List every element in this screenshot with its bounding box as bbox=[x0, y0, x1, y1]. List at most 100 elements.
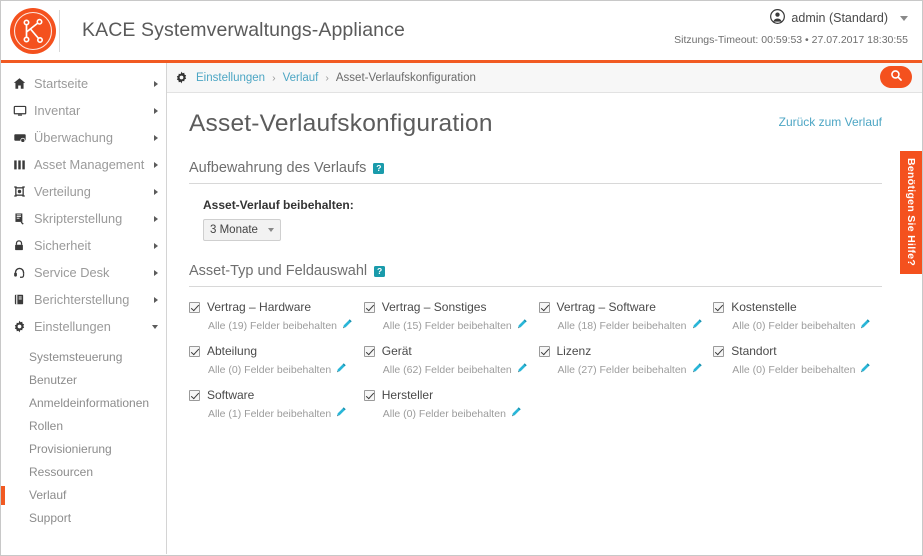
asset-type-row: Vertrag – Hardware bbox=[189, 300, 360, 314]
monitor-icon bbox=[13, 104, 32, 117]
sidebar-subitem-provisionierung[interactable]: Provisionierung bbox=[1, 438, 166, 461]
asset-type-checkbox[interactable] bbox=[713, 302, 724, 313]
back-to-history-link[interactable]: Zurück zum Verlauf bbox=[779, 115, 882, 129]
asset-fields-row: Alle (1) Felder beibehalten bbox=[208, 405, 360, 423]
asset-fields-row: Alle (0) Felder beibehalten bbox=[732, 317, 884, 335]
asset-type-checkbox[interactable] bbox=[713, 346, 724, 357]
asset-type-checkbox[interactable] bbox=[364, 390, 375, 401]
asset-fields-summary: Alle (19) Felder beibehalten bbox=[208, 320, 337, 332]
asset-fields-row: Alle (0) Felder beibehalten bbox=[732, 361, 884, 379]
sidebar-subitem-anmeldeinformationen[interactable]: Anmeldeinformationen bbox=[1, 392, 166, 415]
monitor-dot-icon bbox=[13, 131, 32, 144]
app-title: KACE Systemverwaltungs-Appliance bbox=[82, 19, 405, 42]
asset-fields-summary: Alle (62) Felder beibehalten bbox=[383, 364, 512, 376]
sidebar-subitem-verlauf[interactable]: Verlauf bbox=[1, 484, 166, 507]
asset-type-checkbox[interactable] bbox=[364, 302, 375, 313]
sidebar-item-asset-management[interactable]: Asset Management bbox=[1, 151, 166, 178]
asset-type-checkbox[interactable] bbox=[539, 302, 550, 313]
asset-type-checkbox[interactable] bbox=[539, 346, 550, 357]
pencil-icon[interactable] bbox=[335, 405, 347, 423]
asset-type-cell: Vertrag – Sonstiges Alle (15) Felder beib… bbox=[364, 300, 539, 335]
chevron-right-icon bbox=[154, 297, 158, 303]
asset-fields-summary: Alle (0) Felder beibehalten bbox=[383, 408, 506, 420]
kace-appliance-window: KACE Systemverwaltungs-Appliance admin (… bbox=[0, 0, 923, 556]
sidebar-label: Service Desk bbox=[32, 265, 154, 280]
sidebar-item-startseite[interactable]: Startseite bbox=[1, 70, 166, 97]
asset-type-label: Hersteller bbox=[382, 388, 433, 402]
page-content: Asset-Verlaufskonfiguration Zurück zum V… bbox=[167, 93, 922, 423]
breadcrumb-item-einstellungen[interactable]: Einstellungen bbox=[196, 72, 265, 84]
asset-type-section: Asset-Typ und Feldauswahl ? Vertrag – Ha… bbox=[189, 263, 888, 423]
session-timeout-info: Sitzungs-Timeout: 00:59:53 • 27.07.2017 … bbox=[674, 34, 908, 46]
sidebar-item-verteilung[interactable]: Verteilung bbox=[1, 178, 166, 205]
asset-type-label: Lizenz bbox=[557, 344, 592, 358]
asset-type-cell: Standort Alle (0) Felder beibehalten bbox=[713, 344, 888, 379]
search-button[interactable] bbox=[880, 66, 912, 88]
search-icon bbox=[890, 69, 903, 85]
need-help-tab[interactable]: Benötigen Sie Hilfe? bbox=[900, 151, 922, 274]
asset-type-checkbox[interactable] bbox=[189, 302, 200, 313]
asset-type-row: Software bbox=[189, 388, 360, 402]
need-help-label: Benötigen Sie Hilfe? bbox=[905, 158, 917, 266]
sidebar-item-skripterstellung[interactable]: Skripterstellung bbox=[1, 205, 166, 232]
pencil-icon[interactable] bbox=[859, 361, 871, 379]
sidebar-item-service-desk[interactable]: Service Desk bbox=[1, 259, 166, 286]
asset-type-cell: Software Alle (1) Felder beibehalten bbox=[189, 388, 364, 423]
sidebar-item-einstellungen[interactable]: Einstellungen bbox=[1, 313, 166, 340]
sidebar-subitem-rollen[interactable]: Rollen bbox=[1, 415, 166, 438]
pencil-icon[interactable] bbox=[691, 361, 703, 379]
logo-container[interactable] bbox=[1, 8, 63, 54]
user-menu[interactable]: admin (Standard) bbox=[674, 9, 908, 27]
chevron-right-icon bbox=[154, 189, 158, 195]
retention-section: Aufbewahrung des Verlaufs ? Asset-Verlau… bbox=[189, 160, 888, 241]
sidebar-item-uberwachung[interactable]: Überwachung bbox=[1, 124, 166, 151]
asset-fields-summary: Alle (0) Felder beibehalten bbox=[732, 364, 855, 376]
sidebar-item-inventar[interactable]: Inventar bbox=[1, 97, 166, 124]
sidebar-label: Einstellungen bbox=[32, 319, 152, 334]
pencil-icon[interactable] bbox=[691, 317, 703, 335]
asset-type-row: Gerät bbox=[364, 344, 535, 358]
help-badge-icon[interactable]: ? bbox=[374, 266, 385, 277]
sidebar-subitem-ressourcen[interactable]: Ressourcen bbox=[1, 461, 166, 484]
asset-type-checkbox[interactable] bbox=[189, 346, 200, 357]
retention-period-value: 3 Monate bbox=[210, 224, 258, 236]
pencil-icon[interactable] bbox=[516, 361, 528, 379]
pencil-icon[interactable] bbox=[341, 317, 353, 335]
asset-fields-row: Alle (62) Felder beibehalten bbox=[383, 361, 535, 379]
pencil-icon[interactable] bbox=[516, 317, 528, 335]
pencil-icon[interactable] bbox=[859, 317, 871, 335]
asset-type-cell: Abteilung Alle (0) Felder beibehalten bbox=[189, 344, 364, 379]
sidebar-item-berichterstellung[interactable]: Berichterstellung bbox=[1, 286, 166, 313]
pencil-icon[interactable] bbox=[510, 405, 522, 423]
asset-type-label: Standort bbox=[731, 344, 776, 358]
chevron-right-icon bbox=[154, 216, 158, 222]
chevron-down-icon[interactable] bbox=[900, 16, 908, 21]
asset-type-row: Vertrag – Sonstiges bbox=[364, 300, 535, 314]
asset-fields-row: Alle (19) Felder beibehalten bbox=[208, 317, 360, 335]
asset-type-cell: LizenzAlle (27) Felder beibehalten bbox=[539, 344, 714, 379]
asset-type-label: Abteilung bbox=[207, 344, 257, 358]
asset-fields-row: Alle (18) Felder beibehalten bbox=[558, 317, 710, 335]
breadcrumb-item-verlauf[interactable]: Verlauf bbox=[283, 72, 319, 84]
asset-type-label: Vertrag – Sonstiges bbox=[382, 300, 487, 314]
sidebar-subitem-systemsteuerung[interactable]: Systemsteuerung bbox=[1, 346, 166, 369]
asset-type-row: Abteilung bbox=[189, 344, 360, 358]
top-header: KACE Systemverwaltungs-Appliance admin (… bbox=[1, 1, 922, 63]
asset-type-checkbox[interactable] bbox=[364, 346, 375, 357]
help-badge-icon[interactable]: ? bbox=[373, 163, 384, 174]
asset-fields-row: Alle (15) Felder beibehalten bbox=[383, 317, 535, 335]
sidebar-item-sicherheit[interactable]: Sicherheit bbox=[1, 232, 166, 259]
kace-logo-icon[interactable] bbox=[10, 8, 56, 54]
chevron-right-icon bbox=[154, 162, 158, 168]
pencil-icon[interactable] bbox=[335, 361, 347, 379]
asset-fields-row: Alle (0) Felder beibehalten bbox=[208, 361, 360, 379]
asset-fields-summary: Alle (0) Felder beibehalten bbox=[208, 364, 331, 376]
retention-period-select[interactable]: 3 Monate bbox=[203, 219, 281, 241]
sidebar-label: Verteilung bbox=[32, 184, 154, 199]
retention-field-label: Asset-Verlauf beibehalten: bbox=[203, 198, 888, 212]
sidebar-subitem-benutzer[interactable]: Benutzer bbox=[1, 369, 166, 392]
sidebar-subitem-support[interactable]: Support bbox=[1, 507, 166, 530]
chevron-down-icon bbox=[268, 228, 274, 232]
asset-type-checkbox[interactable] bbox=[189, 390, 200, 401]
sidebar-subnav-einstellungen: Systemsteuerung Benutzer Anmeldeinformat… bbox=[1, 340, 166, 530]
